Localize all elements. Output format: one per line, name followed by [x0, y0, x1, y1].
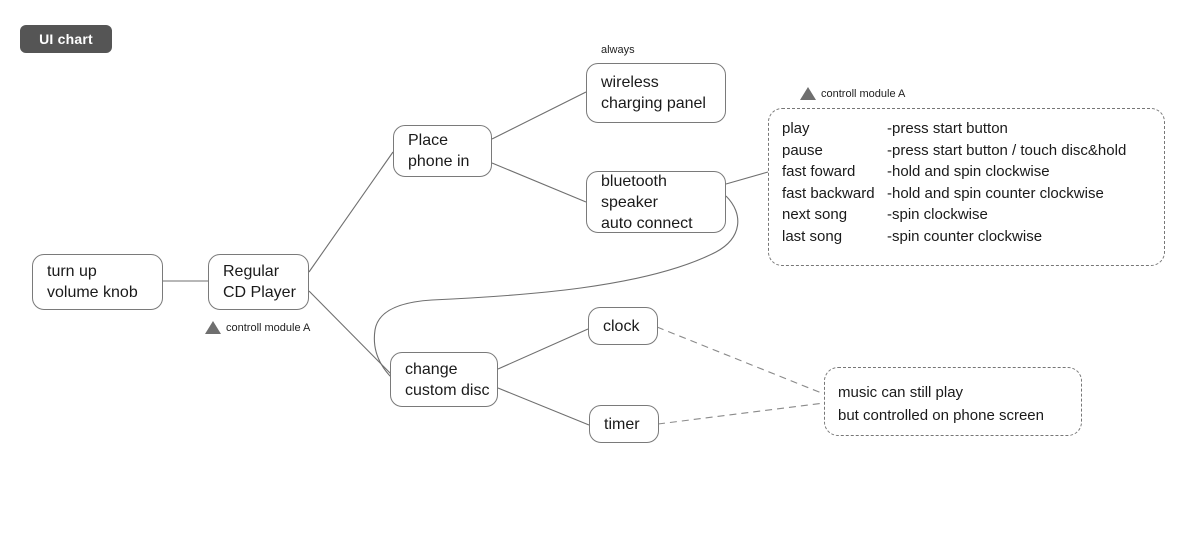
node-place-phone-in[interactable]: Place phone in [393, 125, 492, 177]
control-module-action: fast foward [782, 163, 856, 180]
node-turn-up-volume-knob[interactable]: turn up volume knob [32, 254, 163, 310]
node-wireless-charging-panel[interactable]: wireless charging panel [586, 63, 726, 123]
note-line: music can still play [838, 384, 964, 401]
node-line: volume knob [47, 284, 138, 301]
control-module-action: pause [782, 141, 823, 159]
triangle-icon [800, 87, 816, 100]
node-line: bluetooth [601, 172, 667, 190]
annotation-label: controll module A [226, 321, 311, 334]
control-module-list: play pause fast foward fast backward nex… [782, 118, 1126, 247]
control-module-action: fast backward [782, 184, 875, 202]
node-line: clock [603, 317, 640, 335]
control-module-description: -spin counter clockwise [887, 227, 1043, 245]
node-line: timer [604, 415, 640, 433]
label-always: always [601, 44, 635, 56]
control-module-description: -hold and spin counter clockwise [887, 184, 1104, 202]
control-module-description: -press start button / touch disc&hold [887, 141, 1127, 159]
node-timer[interactable]: timer [589, 405, 659, 443]
edge-changedisc-to-timer [497, 387, 590, 426]
edge-cdplayer-to-placephone [308, 151, 394, 273]
node-bluetooth-speaker-auto-connect[interactable]: bluetooth speaker auto connect [586, 171, 726, 233]
phone-control-note-text: music can still play but controlled on p… [838, 381, 1044, 427]
control-module-action: last song [782, 227, 843, 245]
edge-bluetooth-to-controlmodule [725, 171, 769, 185]
ui-chart-badge: UI chart [20, 25, 112, 53]
node-regular-cd-player[interactable]: Regular CD Player [208, 254, 309, 310]
node-line: CD Player [223, 284, 296, 301]
edge-changedisc-to-clock [497, 328, 589, 370]
node-line: auto connect [601, 214, 693, 232]
edge-placephone-to-bluetooth [491, 162, 587, 203]
node-line: change [405, 360, 458, 378]
node-line: speaker [601, 193, 658, 211]
node-line: custom disc [405, 381, 490, 399]
control-module-description: -press start button [887, 120, 1008, 137]
node-change-custom-disc[interactable]: change custom disc [390, 352, 498, 407]
control-module-action: next song [782, 206, 848, 223]
ui-chart-canvas: UI chart turn up volume knob Regular CD … [0, 0, 1200, 538]
control-module-description: -spin clockwise [887, 206, 988, 223]
control-module-action: play [782, 120, 810, 137]
node-line: Place [408, 132, 449, 149]
annotation-cdplayer-module: controll module A [205, 321, 310, 334]
node-line: charging panel [601, 95, 706, 112]
annotation-panel-module: controll module A [800, 87, 905, 100]
node-line: Regular [223, 263, 280, 280]
node-clock[interactable]: clock [588, 307, 658, 345]
control-module-descriptions-column: -press start button -press start button … [887, 118, 1126, 247]
edge-placephone-to-wireless [491, 91, 587, 140]
control-module-actions-column: play pause fast foward fast backward nex… [782, 118, 887, 247]
annotation-label: controll module A [821, 87, 906, 100]
node-line: turn up [47, 263, 97, 280]
node-line: phone in [408, 153, 470, 170]
triangle-icon [205, 321, 221, 334]
edge-timer-to-note [657, 402, 825, 425]
control-module-description: -hold and spin clockwise [887, 163, 1050, 180]
note-line: but controlled on phone screen [838, 407, 1044, 424]
edge-cdplayer-to-changedisc [308, 290, 393, 376]
node-line: wireless [601, 74, 659, 91]
edge-clock-to-note [656, 326, 825, 395]
